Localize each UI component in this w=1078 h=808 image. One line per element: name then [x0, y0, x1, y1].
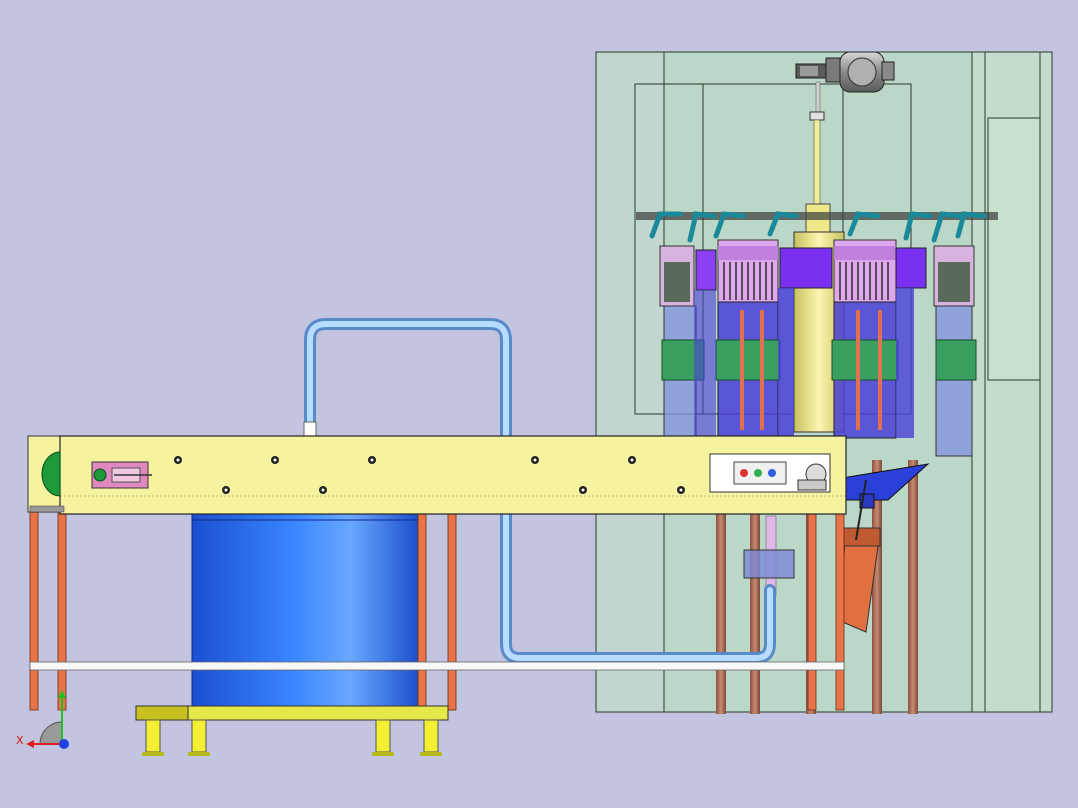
control-box[interactable] [91, 461, 152, 489]
storage-tank[interactable] [191, 507, 419, 709]
pallet-base [135, 705, 449, 756]
status-light-blue [768, 469, 776, 477]
status-light-green [754, 469, 762, 477]
status-light-red [740, 469, 748, 477]
operator-panel[interactable] [709, 453, 831, 493]
x-axis-label: X [16, 734, 24, 747]
cad-viewport[interactable] [0, 0, 1078, 808]
